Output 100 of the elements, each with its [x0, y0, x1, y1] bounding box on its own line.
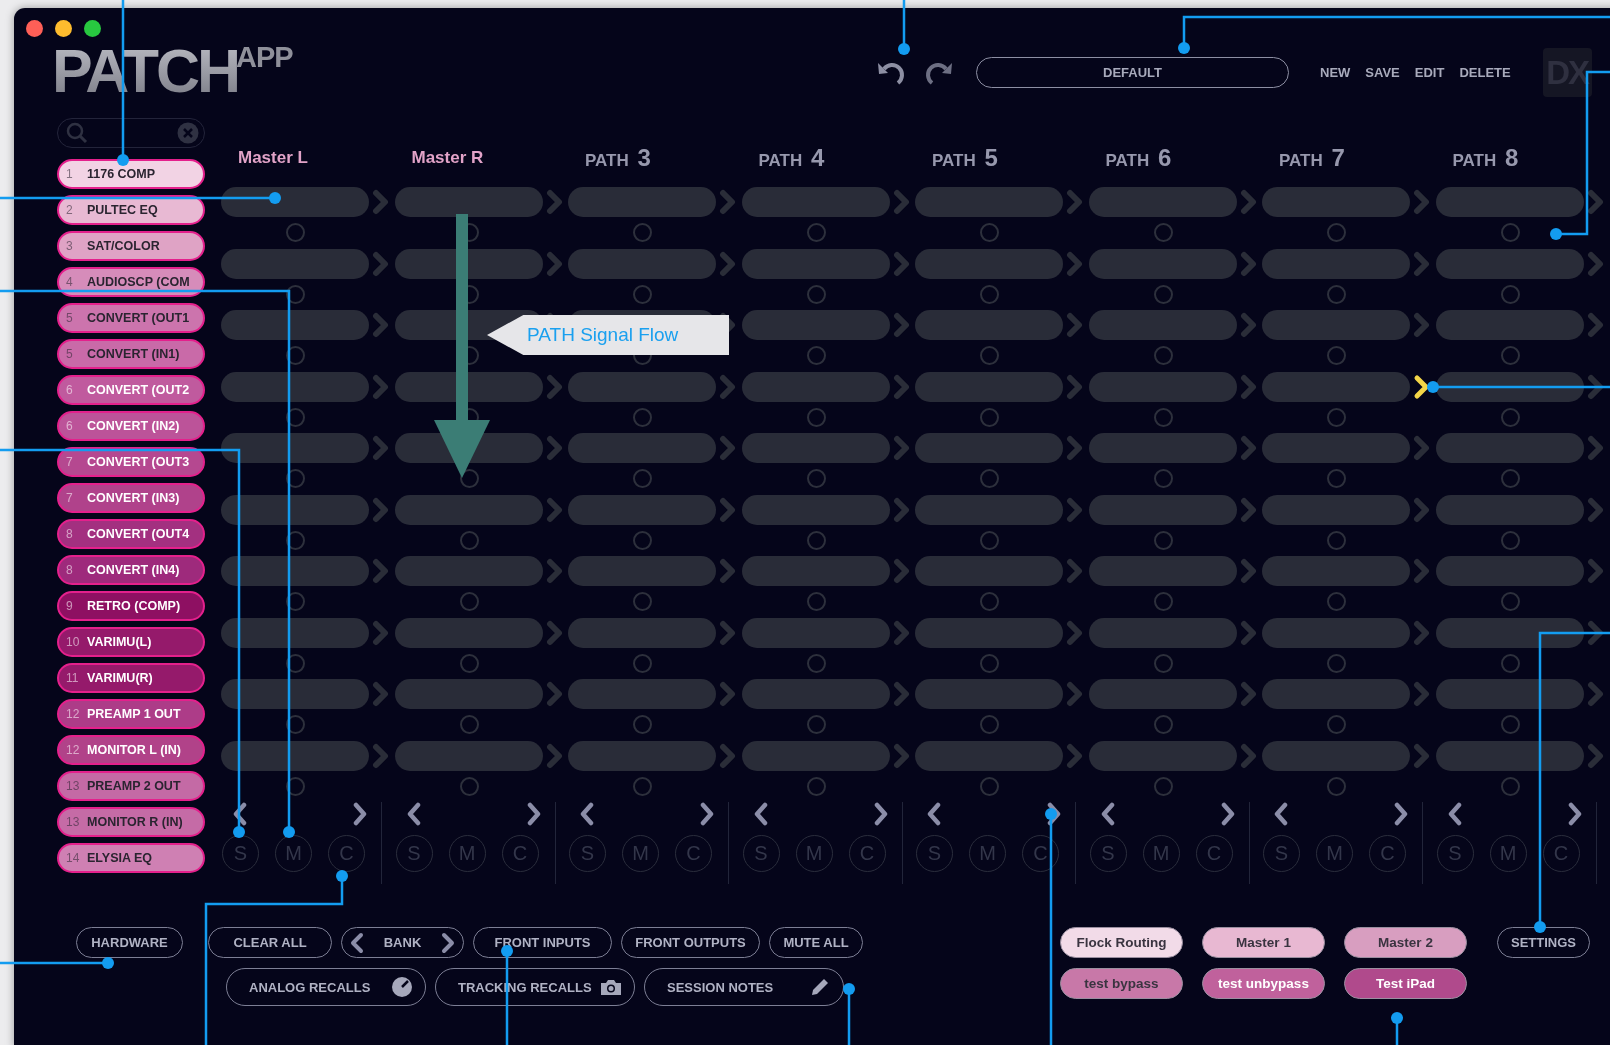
link-toggle[interactable]	[980, 223, 999, 243]
link-toggle[interactable]	[1153, 346, 1173, 366]
insert-item[interactable]: 4 AUDIOSCP (COM	[57, 267, 205, 297]
insert-item[interactable]: 8 CONVERT (IN4)	[57, 555, 205, 585]
link-toggle[interactable]	[806, 776, 826, 796]
chevron-left-icon[interactable]	[233, 802, 247, 826]
link-toggle[interactable]	[1153, 653, 1173, 673]
chevron-left-icon[interactable]	[350, 931, 364, 954]
scene-button[interactable]: Master 1	[1202, 927, 1325, 958]
link-toggle[interactable]	[633, 469, 652, 489]
link-toggle[interactable]	[286, 653, 305, 673]
insert-item[interactable]: 8 CONVERT (OUT4	[57, 519, 205, 549]
link-toggle[interactable]	[286, 469, 305, 489]
link-toggle[interactable]	[286, 776, 305, 796]
insert-item[interactable]: 6 CONVERT (OUT2	[57, 375, 205, 405]
link-toggle[interactable]	[980, 284, 999, 304]
link-toggle[interactable]	[980, 653, 999, 673]
link-toggle[interactable]	[1500, 223, 1520, 243]
link-toggle[interactable]	[459, 592, 479, 612]
chevron-icon[interactable]	[1585, 189, 1606, 215]
insert-item[interactable]: 5 CONVERT (IN1)	[57, 339, 205, 369]
link-toggle[interactable]	[633, 223, 652, 243]
insert-slot[interactable]	[221, 617, 369, 648]
link-toggle[interactable]	[286, 223, 305, 243]
insert-item[interactable]: 10 VARIMU(L)	[57, 627, 205, 657]
link-toggle[interactable]	[1500, 530, 1520, 550]
chevron-right-icon[interactable]	[1394, 802, 1408, 826]
chevron-right-icon[interactable]	[1047, 802, 1061, 826]
chevron-left-icon[interactable]	[406, 802, 421, 826]
link-toggle[interactable]	[980, 469, 999, 489]
link-toggle[interactable]	[980, 530, 999, 550]
insert-item[interactable]: 1 1176 COMP	[57, 159, 205, 189]
chevron-left-icon[interactable]	[753, 802, 768, 826]
insert-slot[interactable]	[1435, 617, 1584, 648]
insert-item[interactable]: 13 PREAMP 2 OUT	[57, 771, 205, 801]
link-toggle[interactable]	[806, 653, 826, 673]
link-toggle[interactable]	[980, 715, 999, 735]
link-toggle[interactable]	[1153, 469, 1173, 489]
link-toggle[interactable]	[1327, 284, 1346, 304]
toolbar-action[interactable]: EDIT	[1414, 65, 1445, 80]
chevron-right-icon[interactable]	[526, 802, 541, 826]
insert-item[interactable]: 7 CONVERT (IN3)	[57, 483, 205, 513]
link-toggle[interactable]	[1153, 284, 1173, 304]
link-toggle[interactable]	[1327, 530, 1346, 550]
link-toggle[interactable]	[286, 346, 305, 366]
link-toggle[interactable]	[459, 776, 479, 796]
insert-item[interactable]: 5 CONVERT (OUT1	[57, 303, 205, 333]
link-toggle[interactable]	[633, 530, 652, 550]
scene-button[interactable]: Test iPad	[1344, 968, 1467, 999]
link-toggle[interactable]	[1327, 715, 1346, 735]
link-toggle[interactable]	[1327, 776, 1346, 796]
insert-slot[interactable]	[1435, 371, 1584, 402]
link-toggle[interactable]	[633, 407, 652, 427]
clear-icon[interactable]	[177, 122, 199, 144]
link-toggle[interactable]	[1153, 715, 1173, 735]
insert-item[interactable]: 14 ELYSIA EQ	[57, 843, 205, 873]
scene-button[interactable]: test unbypass	[1202, 968, 1325, 999]
link-toggle[interactable]	[1500, 407, 1520, 427]
link-toggle[interactable]	[806, 223, 826, 243]
insert-slot[interactable]	[221, 494, 369, 525]
chevron-right-icon[interactable]	[873, 802, 888, 826]
chevron-left-icon[interactable]	[580, 802, 594, 826]
scene-button[interactable]: Flock Routing	[1060, 927, 1183, 958]
insert-item[interactable]: 7 CONVERT (OUT3	[57, 447, 205, 477]
insert-item[interactable]: 11 VARIMU(R)	[57, 663, 205, 693]
link-toggle[interactable]	[633, 776, 652, 796]
link-toggle[interactable]	[980, 592, 999, 612]
link-toggle[interactable]	[1500, 715, 1520, 735]
toolbar-action[interactable]: NEW	[1320, 65, 1351, 80]
link-toggle[interactable]	[806, 407, 826, 427]
link-toggle[interactable]	[1327, 469, 1346, 489]
link-toggle[interactable]	[1500, 284, 1520, 304]
link-toggle[interactable]	[980, 407, 999, 427]
link-toggle[interactable]	[1327, 346, 1346, 366]
chevron-right-icon[interactable]	[1220, 802, 1235, 826]
link-toggle[interactable]	[1327, 407, 1346, 427]
link-toggle[interactable]	[286, 530, 305, 550]
link-toggle[interactable]	[1500, 776, 1520, 796]
link-toggle[interactable]	[459, 530, 479, 550]
chevron-right-icon[interactable]	[441, 931, 455, 954]
scene-button[interactable]: test bypass	[1060, 968, 1183, 999]
window-control-button[interactable]	[26, 20, 43, 37]
insert-item[interactable]: 12 PREAMP 1 OUT	[57, 699, 205, 729]
link-toggle[interactable]	[286, 407, 305, 427]
insert-slot[interactable]	[221, 679, 369, 709]
link-toggle[interactable]	[806, 530, 826, 550]
link-toggle[interactable]	[1153, 223, 1173, 243]
insert-slot[interactable]	[221, 556, 369, 586]
insert-item[interactable]: 2 PULTEC EQ	[57, 195, 205, 225]
chevron-left-icon[interactable]	[1274, 802, 1288, 826]
link-toggle[interactable]	[1153, 530, 1173, 550]
chevron-icon[interactable]	[1585, 619, 1606, 646]
link-toggle[interactable]	[1500, 346, 1520, 366]
link-toggle[interactable]	[806, 592, 826, 612]
link-toggle[interactable]	[1500, 469, 1520, 489]
link-toggle[interactable]	[286, 592, 305, 612]
chevron-left-icon[interactable]	[1447, 802, 1462, 826]
link-toggle[interactable]	[1327, 653, 1346, 673]
link-toggle[interactable]	[806, 346, 826, 366]
insert-slot[interactable]	[221, 433, 369, 463]
